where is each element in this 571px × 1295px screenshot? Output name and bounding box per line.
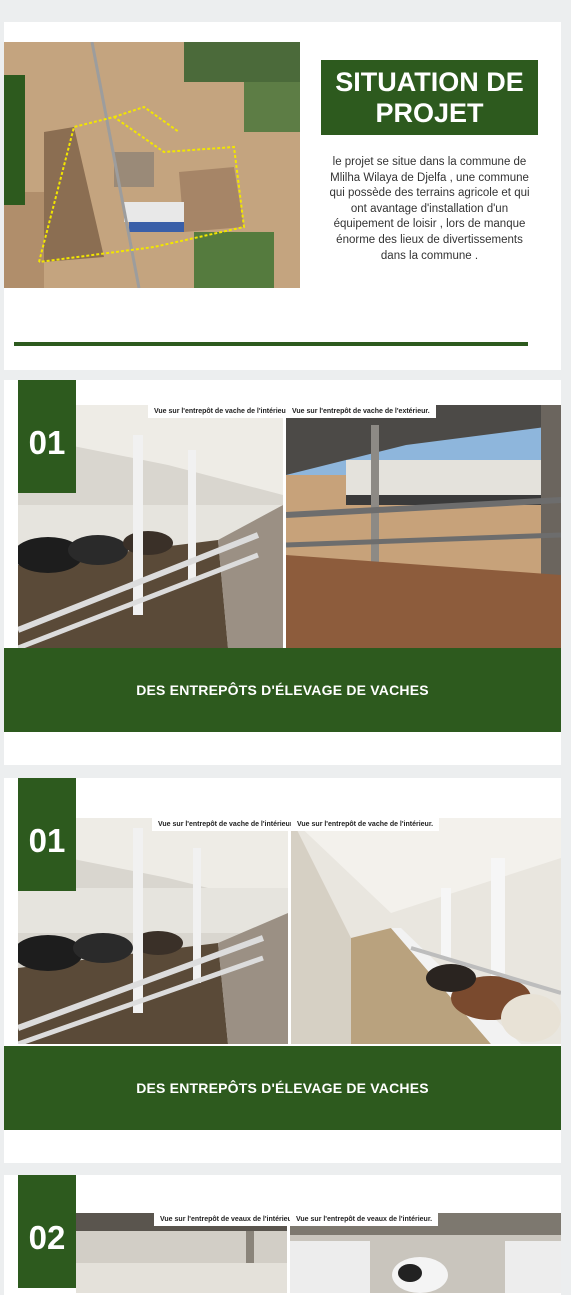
section-number-box: 01	[18, 778, 76, 891]
section-number: 02	[28, 1218, 66, 1256]
barn-interior-photo-2	[291, 818, 561, 1044]
situation-page: SITUATION DE PROJET le projet se situe d…	[4, 22, 561, 370]
barn-exterior-photo	[286, 405, 561, 648]
barn-exterior-illustration	[286, 405, 561, 648]
section-number: 01	[28, 821, 66, 859]
photo-caption-left: Vue sur l'entrepôt de vache de l'intérie…	[148, 405, 297, 418]
section-number-box: 01	[18, 380, 76, 493]
section-page-3: 02 Vue sur l'entrepôt de veaux de l'inté…	[4, 1175, 561, 1295]
section-banner: DES ENTREPÔTS D'ÉLEVAGE DE VACHES	[4, 648, 561, 732]
section-page-1: 01 Vue sur l'entrepôt de vache de l'inté…	[4, 380, 561, 765]
photo-caption-left: Vue sur l'entrepôt de veaux de l'intérie…	[154, 1213, 303, 1226]
aerial-site-image	[4, 42, 300, 288]
green-accent-tab	[4, 75, 25, 205]
photo-caption-right: Vue sur l'entrepôt de vache de l'intérie…	[291, 818, 440, 831]
section-number: 01	[28, 423, 66, 461]
project-description: le projet se situe dans la commune de Ml…	[329, 156, 530, 262]
photo-caption-right: Vue sur l'entrepôt de vache de l'extérie…	[286, 405, 436, 418]
page-title: SITUATION DE PROJET	[321, 60, 538, 135]
barn-corridor-illustration	[291, 818, 561, 1044]
section-page-2: 01 Vue sur l'entrepôt de vache de l'inté…	[4, 778, 561, 1163]
photo-caption-right: Vue sur l'entrepôt de veaux de l'intérie…	[290, 1213, 439, 1226]
aerial-map-illustration	[4, 42, 300, 288]
section-banner-text: DES ENTREPÔTS D'ÉLEVAGE DE VACHES	[136, 1080, 429, 1096]
section-banner-text: DES ENTREPÔTS D'ÉLEVAGE DE VACHES	[136, 682, 429, 698]
green-divider	[14, 342, 528, 346]
section-number-box: 02	[18, 1175, 76, 1288]
section-banner: DES ENTREPÔTS D'ÉLEVAGE DE VACHES	[4, 1046, 561, 1130]
photo-caption-left: Vue sur l'entrepôt de vache de l'intérie…	[152, 818, 301, 831]
